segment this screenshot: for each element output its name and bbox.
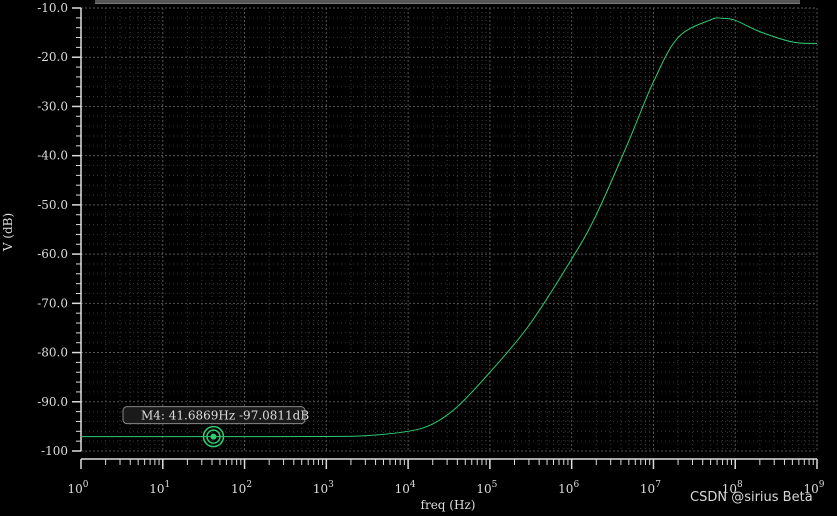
y-tick-label: -60.0: [37, 247, 68, 261]
marker-label: M4: 41.6869Hz -97.0811dB: [141, 409, 309, 423]
x-tick-label: 101: [149, 480, 170, 496]
y-tick-label: -70.0: [37, 296, 68, 310]
x-axis-label: freq (Hz): [421, 498, 476, 512]
watermark-text: CSDN @sirius Beta: [690, 490, 813, 505]
y-tick-label: -30.0: [37, 99, 68, 113]
y-tick-label: -10.0: [37, 1, 68, 15]
y-tick-label: -40.0: [37, 149, 68, 163]
y-tick-label: -80.0: [37, 346, 68, 360]
x-tick-label: 105: [476, 480, 497, 496]
y-axis-label: V (dB): [1, 213, 15, 252]
grid-lines: [80, 7, 818, 452]
x-tick-label: 106: [558, 480, 579, 496]
x-tick-label: 104: [395, 480, 416, 496]
y-tick-label: -90.0: [37, 395, 68, 409]
y-tick-label: -50.0: [37, 198, 68, 212]
x-tick-label: 100: [67, 480, 88, 496]
plot-background: [81, 8, 817, 451]
x-tick-label: 103: [313, 480, 334, 496]
y-tick-label: -100: [41, 444, 68, 458]
plot-area[interactable]: -10.0 -20.0 -30.0 -40.0 -50.0 -60.0 -70.0 -80.0…: [0, 0, 837, 516]
marker-dot[interactable]: [210, 433, 217, 440]
x-tick-label: 107: [640, 480, 661, 496]
x-tick-label: 102: [231, 480, 252, 496]
y-tick-label: -20.0: [37, 50, 68, 64]
